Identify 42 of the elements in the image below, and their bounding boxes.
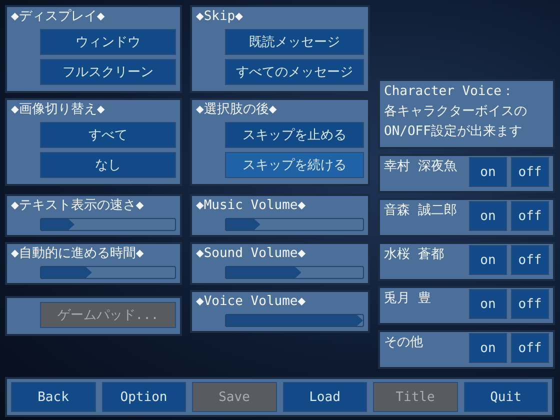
option-button[interactable]: なし: [40, 152, 176, 178]
panel-title: ◆Music Volume◆: [196, 197, 307, 214]
menu-button[interactable]: Option: [102, 382, 186, 412]
panel-title: ◆自動的に進める時間◆: [11, 245, 145, 262]
panel-title: ◆Sound Volume◆: [196, 245, 307, 262]
slider-track[interactable]: [225, 218, 364, 231]
on-button[interactable]: on: [469, 245, 507, 275]
option-button[interactable]: スキップを続ける: [225, 152, 364, 178]
description-text: 各キャラクターボイスのON/OFF設定が出来ます: [384, 103, 528, 141]
option-button[interactable]: スキップを止める: [225, 122, 364, 148]
character-name: 兎月 豊: [384, 290, 432, 307]
off-button[interactable]: off: [511, 289, 549, 319]
character-name: 水桜 蒼都: [384, 246, 445, 263]
on-button[interactable]: on: [469, 157, 507, 187]
option-button[interactable]: すべてのメッセージ: [225, 59, 364, 85]
off-button[interactable]: off: [511, 245, 549, 275]
panel-title: ◆選択肢の後◆: [196, 101, 278, 118]
panel-title: Character Voice：: [384, 83, 516, 101]
panel-title: ◆画像切り替え◆: [11, 101, 106, 118]
slider-track[interactable]: [40, 218, 176, 231]
character-name: 音森 誠二郎: [384, 202, 458, 219]
option-button[interactable]: すべて: [40, 122, 176, 148]
menu-button[interactable]: Back: [11, 382, 96, 412]
option-button[interactable]: フルスクリーン: [40, 59, 176, 85]
character-name: その他: [384, 334, 424, 351]
slider-track[interactable]: [40, 266, 176, 279]
on-button[interactable]: on: [469, 201, 507, 231]
panel-title: ◆Skip◆: [196, 8, 244, 25]
on-button[interactable]: on: [469, 333, 507, 363]
off-button[interactable]: off: [511, 157, 549, 187]
option-button[interactable]: 既読メッセージ: [225, 29, 364, 55]
character-name: 幸村 深夜魚: [384, 158, 458, 175]
menu-button[interactable]: Quit: [464, 382, 548, 412]
panel-title: ◆Voice Volume◆: [196, 293, 307, 310]
panel-title: ◆ディスプレイ◆: [11, 8, 106, 25]
panel-title: ◆テキスト表示の速さ◆: [11, 197, 145, 214]
menu-button[interactable]: Load: [282, 382, 367, 412]
off-button[interactable]: off: [511, 201, 549, 231]
off-button[interactable]: off: [511, 333, 549, 363]
option-button[interactable]: ウィンドウ: [40, 29, 176, 55]
on-button[interactable]: on: [469, 289, 507, 319]
slider-track[interactable]: [225, 266, 364, 279]
